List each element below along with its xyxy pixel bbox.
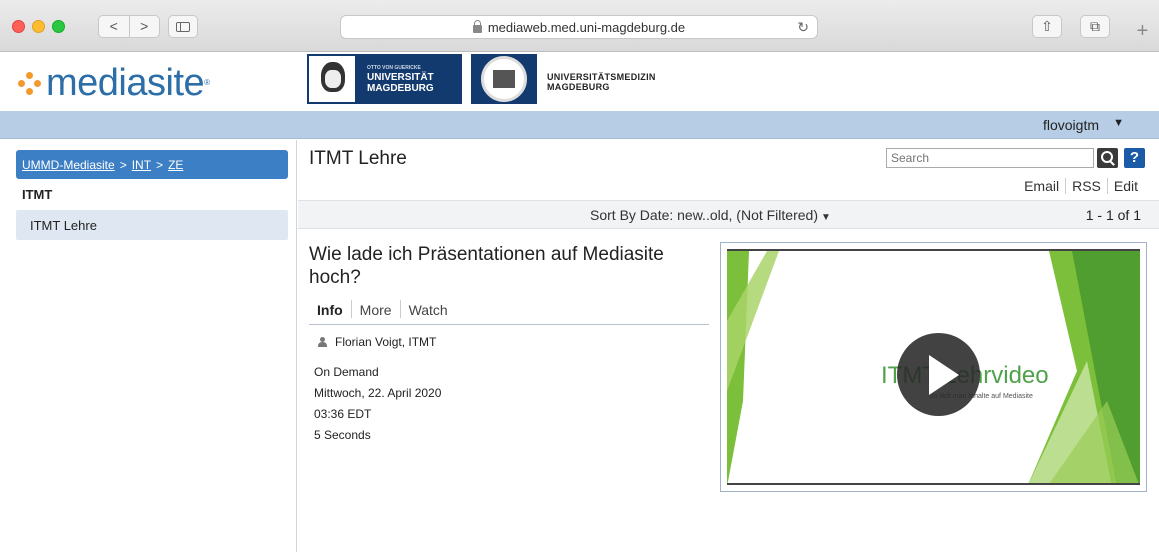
browser-toolbar: < > mediaweb.med.uni-magdeburg.de ↻ ⇧ ⧉ … bbox=[0, 0, 1159, 52]
breadcrumb-link-int[interactable]: INT bbox=[132, 158, 151, 172]
sidebar-toggle-button[interactable] bbox=[168, 15, 198, 38]
faculty-name: UNIVERSITÄTSMEDIZIN MAGDEBURG bbox=[547, 72, 656, 92]
tab-more[interactable]: More bbox=[350, 300, 400, 318]
presentation-thumbnail[interactable]: ITMT Lehrvideo So lädt man Inhalte auf M… bbox=[720, 242, 1147, 492]
page-title: ITMT Lehre bbox=[309, 148, 407, 169]
seal-icon bbox=[481, 56, 527, 102]
presentation-type: On Demand bbox=[314, 365, 379, 379]
sort-bar: Sort By Date: new..old, (Not Filtered) ▼ … bbox=[298, 200, 1159, 229]
tab-watch[interactable]: Watch bbox=[399, 300, 456, 318]
history-nav: < > bbox=[98, 15, 160, 38]
folder-title: ITMT bbox=[22, 187, 53, 202]
reload-icon[interactable]: ↻ bbox=[797, 19, 809, 36]
address-bar[interactable]: mediaweb.med.uni-magdeburg.de ↻ bbox=[340, 15, 818, 39]
breadcrumb-link-root[interactable]: UMMD-Mediasite bbox=[22, 158, 115, 172]
presenter: Florian Voigt, ITMT bbox=[318, 335, 436, 349]
search-input[interactable] bbox=[886, 148, 1094, 168]
url-text: mediaweb.med.uni-magdeburg.de bbox=[487, 19, 686, 35]
sidebar-item-itmt-lehre[interactable]: ITMT Lehre bbox=[16, 210, 288, 240]
user-menu-name[interactable]: flovoigtm bbox=[1043, 117, 1099, 133]
university-name: OTTO VON GUERICKE UNIVERSITÄT MAGDEBURG bbox=[367, 64, 434, 94]
share-icon: ⇧ bbox=[1041, 18, 1053, 34]
mediasite-dots-icon bbox=[18, 72, 42, 95]
folder-sidebar: UMMD-Mediasite > INT > ZE ITMT ITMT Lehre bbox=[0, 140, 297, 552]
mediasite-wordmark: mediasite® bbox=[46, 62, 210, 104]
slide-preview: ITMT Lehrvideo So lädt man Inhalte auf M… bbox=[727, 249, 1140, 485]
forward-button[interactable]: > bbox=[130, 16, 160, 37]
portrait-icon bbox=[307, 54, 357, 104]
presentation-tabs: Info More Watch bbox=[309, 300, 709, 325]
lock-icon bbox=[472, 20, 482, 33]
breadcrumb: UMMD-Mediasite > INT > ZE bbox=[16, 150, 288, 179]
search-button[interactable] bbox=[1097, 148, 1118, 168]
sidebar-icon bbox=[176, 21, 190, 32]
person-icon bbox=[318, 337, 327, 347]
presentation-details: On Demand Mittwoch, 22. April 2020 03:36… bbox=[314, 362, 441, 446]
close-window-button[interactable] bbox=[12, 20, 25, 33]
zoom-window-button[interactable] bbox=[52, 20, 65, 33]
breadcrumb-link-ze[interactable]: ZE bbox=[168, 158, 183, 172]
breadcrumb-separator: > bbox=[156, 158, 164, 172]
sort-dropdown[interactable]: Sort By Date: new..old, (Not Filtered) ▼ bbox=[590, 207, 831, 223]
user-bar: flovoigtm ▼ bbox=[0, 111, 1159, 139]
tabs-icon: ⧉ bbox=[1090, 18, 1100, 34]
new-tab-button[interactable]: + bbox=[1126, 15, 1159, 51]
show-tabs-button[interactable]: ⧉ bbox=[1080, 15, 1110, 38]
tab-info[interactable]: Info bbox=[309, 300, 351, 318]
presenter-name: Florian Voigt, ITMT bbox=[335, 335, 437, 349]
back-button[interactable]: < bbox=[99, 16, 130, 37]
presentation-duration: 5 Seconds bbox=[314, 428, 371, 442]
play-button[interactable] bbox=[897, 333, 980, 416]
share-button[interactable]: ⇧ bbox=[1032, 15, 1062, 38]
mediasite-logo[interactable]: mediasite® bbox=[18, 64, 210, 102]
rss-link[interactable]: RSS bbox=[1065, 178, 1107, 194]
chevron-down-icon[interactable]: ▼ bbox=[1113, 117, 1124, 129]
minimize-window-button[interactable] bbox=[32, 20, 45, 33]
email-link[interactable]: Email bbox=[1018, 178, 1065, 194]
presentation-title[interactable]: Wie lade ich Präsentationen auf Mediasit… bbox=[309, 243, 709, 289]
catalog-actions: Email RSS Edit bbox=[1018, 178, 1144, 194]
faculty-seal-logo bbox=[471, 54, 537, 104]
result-count: 1 - 1 of 1 bbox=[1085, 207, 1141, 223]
caret-down-icon: ▼ bbox=[820, 212, 831, 223]
university-logo: OTTO VON GUERICKE UNIVERSITÄT MAGDEBURG bbox=[307, 54, 462, 104]
breadcrumb-separator: > bbox=[119, 158, 127, 172]
help-button[interactable]: ? bbox=[1124, 148, 1145, 168]
edit-link[interactable]: Edit bbox=[1106, 178, 1144, 194]
site-header: mediasite® OTTO VON GUERICKE UNIVERSITÄT… bbox=[0, 52, 1159, 111]
presentation-date: Mittwoch, 22. April 2020 bbox=[314, 386, 442, 400]
presentation-time: 03:36 EDT bbox=[314, 407, 372, 421]
